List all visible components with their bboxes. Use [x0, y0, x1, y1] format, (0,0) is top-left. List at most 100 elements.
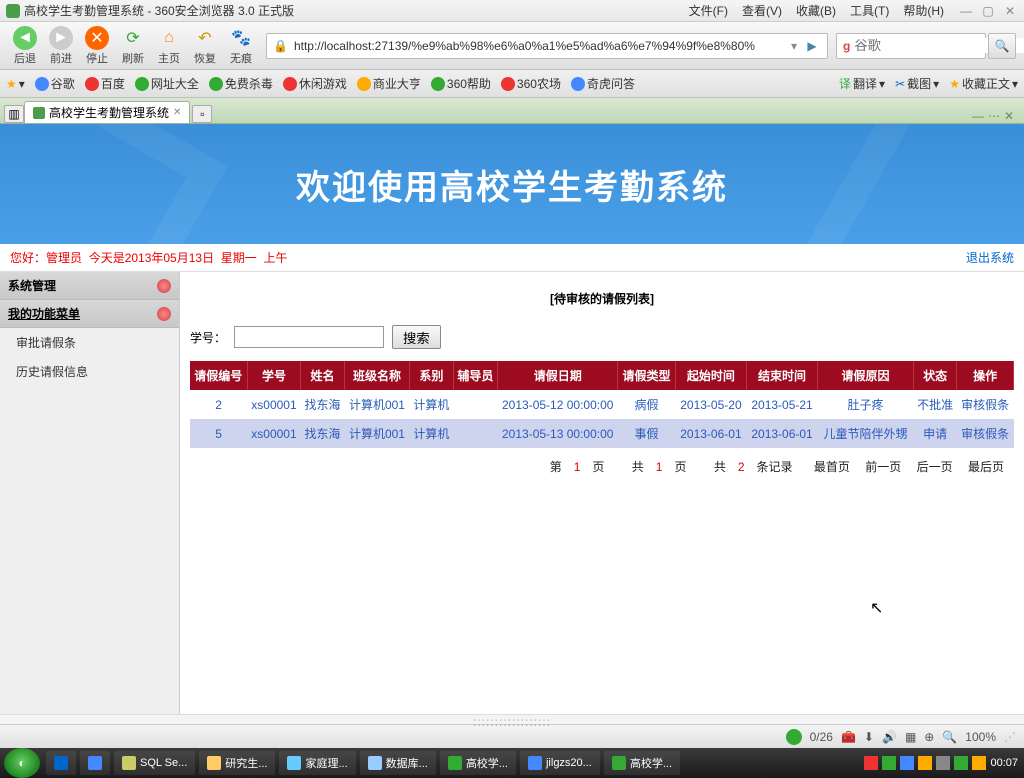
- bookmarks-bar: ★▾ 谷歌 百度 网址大全 免费杀毒 休闲游戏 商业大亨 360帮助 360农场…: [0, 70, 1024, 98]
- leave-table: 请假编号 学号 姓名 班级名称 系别 辅导员 请假日期 请假类型 起始时间 结束…: [190, 361, 1014, 448]
- student-id-input[interactable]: [234, 326, 384, 348]
- close-button[interactable]: ✕: [1002, 3, 1018, 19]
- bm-screenshot[interactable]: ✂截图▾: [895, 75, 939, 92]
- pager-first[interactable]: 最首页: [814, 460, 850, 474]
- forward-button[interactable]: ►前进: [44, 26, 78, 66]
- menu-view[interactable]: 查看(V): [742, 2, 782, 19]
- bm-qa[interactable]: 奇虎问答: [571, 75, 635, 92]
- search-button[interactable]: 🔍: [988, 33, 1016, 59]
- task-item[interactable]: 家庭理...: [279, 751, 355, 775]
- tools-icon[interactable]: 🧰: [841, 730, 856, 744]
- search-button-main[interactable]: 搜索: [392, 325, 441, 349]
- menu-file[interactable]: 文件(F): [689, 2, 728, 19]
- bm-add[interactable]: ★▾: [6, 77, 25, 91]
- hello-text: 您好：管理员: [10, 249, 82, 266]
- bm-translate[interactable]: 译翻译▾: [839, 75, 885, 92]
- go-button[interactable]: ▶: [803, 39, 821, 53]
- task-item[interactable]: 研究生...: [199, 751, 275, 775]
- table-row: 5xs00001找东海 计算机001计算机 2013-05-13 00:00:0…: [190, 419, 1014, 448]
- page-content: 欢迎使用高校学生考勤系统 您好：管理员 今天是2013年05月13日 星期一 上…: [0, 124, 1024, 714]
- lock-icon: 🔒: [273, 39, 288, 53]
- address-bar[interactable]: 🔒 ▾ ▶: [266, 33, 828, 59]
- start-button[interactable]: ◐: [4, 748, 40, 778]
- pager: 第1页 共1页 共2条记录 最首页 前一页 后一页 最后页: [190, 448, 1014, 485]
- quick-launch[interactable]: [46, 751, 76, 775]
- tab-close-icon[interactable]: ✕: [173, 107, 181, 118]
- table-row: 2xs00001找东海 计算机001计算机 2013-05-12 00:00:0…: [190, 390, 1014, 419]
- bm-biz[interactable]: 商业大亨: [357, 75, 421, 92]
- back-button[interactable]: ◄后退: [8, 26, 42, 66]
- cpu-icon[interactable]: ▦: [905, 730, 916, 744]
- search-row: 学号： 搜索: [190, 321, 1014, 361]
- weekday-text: 星期一: [221, 249, 257, 266]
- pager-prev[interactable]: 前一页: [865, 460, 901, 474]
- sidebar-group-my[interactable]: 我的功能菜单: [0, 300, 179, 328]
- sidebar-group-system[interactable]: 系统管理: [0, 272, 179, 300]
- incognito-button[interactable]: 🐾无痕: [224, 26, 258, 66]
- pager-last[interactable]: 最后页: [968, 460, 1004, 474]
- date-text: 今天是2013年05月13日: [89, 249, 214, 266]
- task-item[interactable]: SQL Se...: [114, 751, 195, 775]
- menubar: 文件(F) 查看(V) 收藏(B) 工具(T) 帮助(H): [689, 2, 944, 19]
- tab-x-icon[interactable]: ✕: [1004, 109, 1014, 123]
- review-link[interactable]: 审核假条: [961, 427, 1009, 441]
- menu-help[interactable]: 帮助(H): [903, 2, 944, 19]
- banner: 欢迎使用高校学生考勤系统: [0, 124, 1024, 244]
- sidebar: 系统管理 我的功能菜单 审批请假条 历史请假信息: [0, 272, 180, 714]
- bm-addfav[interactable]: ★收藏正文▾: [949, 75, 1018, 92]
- bm-dir[interactable]: 网址大全: [135, 75, 199, 92]
- status-line: 您好：管理员 今天是2013年05月13日 星期一 上午 退出系统: [0, 244, 1024, 272]
- menu-tools[interactable]: 工具(T): [850, 2, 889, 19]
- download-icon[interactable]: ⬇: [864, 730, 874, 744]
- tab-strip: ▥ 高校学生考勤管理系统 ✕ ▫ — ⋯ ✕: [0, 98, 1024, 124]
- sidebar-item-approve[interactable]: 审批请假条: [0, 328, 179, 357]
- ampm-text: 上午: [263, 249, 287, 266]
- new-tab-button[interactable]: ▫: [192, 105, 212, 123]
- sidebar-item-history[interactable]: 历史请假信息: [0, 357, 179, 386]
- bm-help[interactable]: 360帮助: [431, 75, 491, 92]
- shield-icon[interactable]: [786, 729, 802, 745]
- quick-launch[interactable]: [80, 751, 110, 775]
- review-link[interactable]: 审核假条: [961, 398, 1009, 412]
- window-titlebar: 高校学生考勤管理系统 - 360安全浏览器 3.0 正式版 文件(F) 查看(V…: [0, 0, 1024, 22]
- pager-next[interactable]: 后一页: [917, 460, 953, 474]
- tab-min-icon[interactable]: —: [972, 109, 984, 123]
- restore-button[interactable]: ↶恢复: [188, 26, 222, 66]
- minimize-button[interactable]: —: [958, 3, 974, 19]
- mode-icon[interactable]: ⊕: [924, 730, 934, 744]
- logout-link[interactable]: 退出系统: [966, 249, 1014, 266]
- speaker-icon[interactable]: 🔊: [882, 730, 897, 744]
- block-count: 0/26: [810, 730, 833, 744]
- maximize-button[interactable]: ▢: [980, 3, 996, 19]
- gear-icon: [157, 279, 171, 293]
- splitter[interactable]: ::::::::::::::::::: [0, 714, 1024, 724]
- bm-google[interactable]: 谷歌: [35, 75, 75, 92]
- table-header-row: 请假编号 学号 姓名 班级名称 系别 辅导员 请假日期 请假类型 起始时间 结束…: [190, 361, 1014, 390]
- zoom-text: 100%: [965, 730, 996, 744]
- gear-icon: [157, 307, 171, 321]
- menu-fav[interactable]: 收藏(B): [796, 2, 836, 19]
- task-item[interactable]: 高校学...: [440, 751, 516, 775]
- url-input[interactable]: [294, 39, 785, 53]
- clock[interactable]: 00:07: [990, 757, 1018, 769]
- home-button[interactable]: ⌂主页: [152, 26, 186, 66]
- dropdown-icon[interactable]: ▾: [791, 39, 797, 53]
- tab-more-icon[interactable]: ⋯: [988, 109, 1000, 123]
- resize-grip-icon[interactable]: ⋰: [1004, 730, 1016, 744]
- sidebar-toggle[interactable]: ▥: [4, 105, 24, 123]
- bm-baidu[interactable]: 百度: [85, 75, 125, 92]
- list-title: [待审核的请假列表]: [190, 284, 1014, 321]
- browser-toolbar: ◄后退 ►前进 ✕停止 ⟳刷新 ⌂主页 ↶恢复 🐾无痕 🔒 ▾ ▶ g 🔍: [0, 22, 1024, 70]
- zoom-out-icon[interactable]: 🔍: [942, 730, 957, 744]
- bm-farm[interactable]: 360农场: [501, 75, 561, 92]
- tab-main[interactable]: 高校学生考勤管理系统 ✕: [24, 101, 190, 123]
- bm-game[interactable]: 休闲游戏: [283, 75, 347, 92]
- task-item[interactable]: 数据库...: [360, 751, 436, 775]
- refresh-button[interactable]: ⟳刷新: [116, 26, 150, 66]
- task-item[interactable]: jilgzs20...: [520, 751, 600, 775]
- search-engine-box[interactable]: g: [836, 33, 986, 59]
- task-item[interactable]: 高校学...: [604, 751, 680, 775]
- bm-av[interactable]: 免费杀毒: [209, 75, 273, 92]
- tab-title: 高校学生考勤管理系统: [49, 104, 169, 121]
- stop-button[interactable]: ✕停止: [80, 26, 114, 66]
